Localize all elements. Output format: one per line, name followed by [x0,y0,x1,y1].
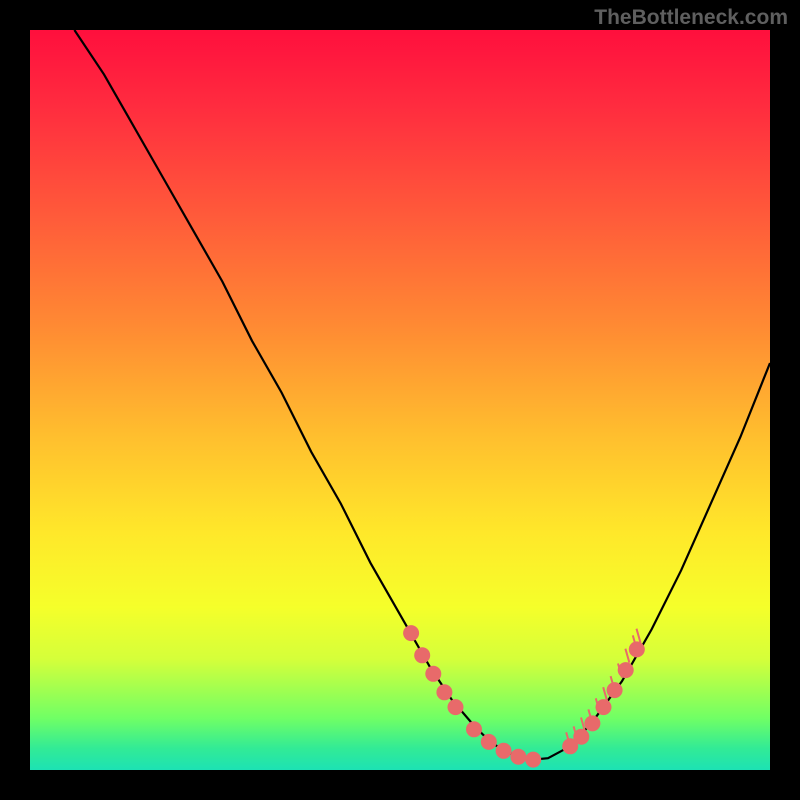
data-marker [436,684,452,700]
data-marker [629,641,645,657]
watermark-text: TheBottleneck.com [594,6,788,30]
tick-mark [625,649,629,663]
data-marker [448,699,464,715]
data-marker [425,666,441,682]
data-marker [414,647,430,663]
data-marker [481,734,497,750]
data-marker [496,743,512,759]
data-marker [618,662,634,678]
right-marker-group [562,641,645,754]
data-marker [584,715,600,731]
data-marker [525,752,541,768]
chart-overlay [30,30,770,770]
left-marker-group [403,625,541,768]
data-marker [573,729,589,745]
data-marker [596,699,612,715]
data-marker [466,721,482,737]
tick-mark [637,629,641,643]
data-marker [510,749,526,765]
right-tick-group [566,629,640,747]
data-marker [607,682,623,698]
tick-mark [603,687,607,701]
data-marker [403,625,419,641]
chart-frame: TheBottleneck.com [0,0,800,800]
